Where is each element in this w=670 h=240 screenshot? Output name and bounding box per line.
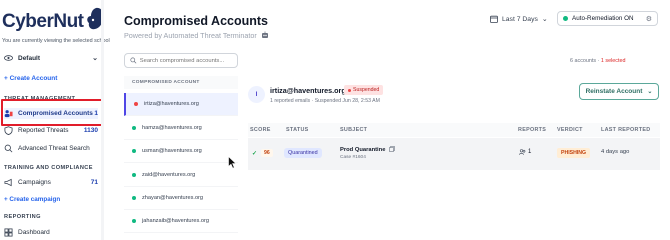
logo[interactable]: CyberNut (0, 4, 104, 36)
section-training-compliance: TRAINING AND COMPLIANCE (4, 165, 93, 171)
date-range-value: Last 7 Days (502, 15, 538, 23)
account-email: hamza@haventures.org (142, 125, 202, 131)
chevron-down-icon: ⌄ (647, 89, 653, 95)
list-item[interactable]: hamza@haventures.org (124, 117, 238, 140)
list-item[interactable]: irtiza@haventures.org (124, 93, 238, 116)
school-view-note: You are currently viewing the selected s… (2, 38, 110, 44)
sidebar-item-label: Campaigns (18, 179, 51, 186)
sidebar-item-advanced-threat-search[interactable]: Advanced Threat Search (4, 143, 98, 154)
page-title: Compromised Accounts (124, 14, 269, 28)
page-subtitle: Powered by Automated Threat Terminator (124, 31, 269, 40)
list-item[interactable]: zaid@haventures.org (124, 164, 238, 187)
sidebar-item-label: Advanced Threat Search (18, 145, 90, 152)
mouse-cursor-icon (228, 156, 237, 169)
reinstate-account-button[interactable]: Reinstate Account ⌄ (579, 83, 659, 100)
detail-meta: 1 reported emails · Suspended Jun 28, 2:… (270, 98, 380, 104)
col-verdict: VERDICT (557, 127, 583, 133)
date-range-select[interactable]: Last 7 Days ⌄ (490, 13, 548, 25)
account-email: zhayan@haventures.org (142, 195, 204, 201)
search-icon (4, 144, 13, 153)
search-icon (130, 57, 137, 64)
school-select-value: Default (18, 54, 41, 62)
list-item[interactable]: usman@haventures.org (124, 140, 238, 163)
account-list: COMPROMISED ACCOUNT irtiza@haventures.or… (124, 76, 238, 240)
status-badge-label: Suspended (353, 87, 380, 93)
list-item[interactable]: zhayan@haventures.org (124, 187, 238, 210)
dashboard-icon (4, 228, 13, 237)
reports-count: 1 (519, 149, 531, 155)
sidebar-item-dashboard[interactable]: Dashboard (4, 227, 98, 238)
table-row[interactable]: ✓ 96 Quarantined Prod Quarantine Case #1… (248, 138, 660, 170)
account-list-header: COMPROMISED ACCOUNT (124, 76, 238, 89)
account-email: jahanzaib@haventures.org (142, 218, 209, 224)
megaphone-icon (4, 178, 12, 187)
reported-count: 1130 (83, 127, 98, 134)
search-input[interactable] (139, 57, 232, 64)
status-dot-icon (132, 219, 136, 223)
col-score: SCORE (250, 127, 271, 133)
sidebar-item-label: Reported Threats (18, 127, 69, 134)
auto-remediation-toggle[interactable]: Auto-Remediation ON ⚙ (557, 11, 658, 26)
suspended-time: Suspended Jun 28, 2:53 AM (314, 98, 380, 104)
status-dot-icon (134, 102, 138, 106)
status-badge: Suspended (344, 85, 384, 95)
sidebar-item-reported-threats[interactable]: Reported Threats 1130 (4, 125, 98, 136)
status-dot-icon (348, 88, 351, 92)
account-search[interactable] (124, 53, 238, 68)
chevron-down-icon: ⌄ (92, 55, 98, 62)
status-dot-icon (563, 16, 568, 21)
account-count: 6 accounts · 1 selected (570, 58, 626, 64)
reinstate-label: Reinstate Account (585, 88, 643, 95)
section-reporting: REPORTING (4, 214, 41, 220)
robot-icon (261, 31, 268, 38)
sidebar-item-label: Dashboard (18, 229, 50, 236)
copy-icon[interactable] (389, 146, 395, 152)
verdict-badge: PHISHING (557, 148, 591, 158)
col-status: STATUS (286, 127, 309, 133)
sidebar: CyberNut You are currently viewing the s… (0, 0, 110, 240)
case-number: Case #1604 (340, 155, 366, 160)
detail-email: irtiza@haventures.org (270, 86, 346, 95)
highlight-annotation (1, 99, 104, 126)
subject: Prod Quarantine (340, 146, 395, 153)
accounts-selected: 1 selected (600, 58, 626, 64)
account-detail: I irtiza@haventures.org Suspended 1 repo… (248, 76, 660, 240)
shield-icon (4, 126, 13, 135)
reports-value: 1 (528, 149, 532, 155)
chevron-down-icon: ⌄ (541, 16, 548, 23)
status-dot-icon (132, 173, 136, 177)
sidebar-item-campaigns[interactable]: Campaigns 71 (4, 177, 98, 188)
last-reported: 4 days ago (601, 149, 630, 155)
avatar: I (248, 86, 265, 103)
users-icon (519, 149, 526, 155)
create-campaign-link[interactable]: + Create campaign (4, 196, 60, 203)
status-dot-icon (132, 126, 136, 130)
eye-icon (4, 55, 13, 61)
auto-remediation-label: Auto-Remediation ON (572, 15, 634, 22)
subtitle-text: Powered by Automated Threat Terminator (124, 31, 257, 40)
list-item[interactable]: jahanzaib@haventures.org (124, 210, 238, 233)
accounts-total: 6 accounts (570, 58, 597, 64)
status-dot-icon (132, 196, 136, 200)
brand-name: CyberNut (2, 11, 84, 32)
calendar-icon (490, 15, 498, 23)
account-email: irtiza@haventures.org (144, 101, 199, 107)
account-email: usman@haventures.org (142, 148, 202, 154)
threat-table-header: SCORE STATUS SUBJECT REPORTS VERDICT LAS… (248, 123, 660, 137)
status-dot-icon (132, 149, 136, 153)
campaigns-count: 71 (90, 179, 98, 186)
reported-emails: 1 reported emails (270, 98, 311, 104)
sidebar-scrollbar[interactable] (101, 0, 104, 240)
score-value: 96 (261, 149, 273, 157)
status-pill: Quarantined (284, 148, 322, 158)
gear-icon[interactable]: ⚙ (646, 15, 652, 23)
account-email: zaid@haventures.org (142, 172, 196, 178)
subject-text: Prod Quarantine (340, 147, 386, 153)
col-reports: REPORTS (518, 127, 547, 133)
check-icon: ✓ (252, 151, 258, 157)
col-subject: SUBJECT (340, 127, 368, 133)
school-select[interactable]: Default ⌄ (4, 52, 98, 64)
col-last-reported: LAST REPORTED (601, 127, 651, 133)
create-account-link[interactable]: + Create Account (4, 75, 57, 82)
